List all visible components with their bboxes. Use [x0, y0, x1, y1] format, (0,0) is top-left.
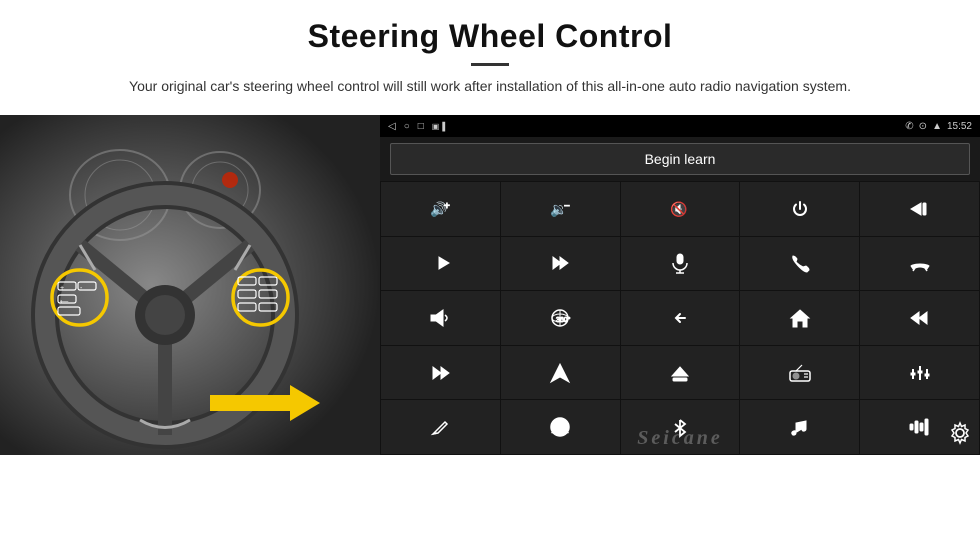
status-bar: ◁ ○ □ ▣▐ ✆ ⊙ ▲ 15:52: [380, 115, 980, 137]
android-screen: ◁ ○ □ ▣▐ ✆ ⊙ ▲ 15:52 Begin learn: [380, 115, 980, 455]
begin-learn-row: Begin learn: [380, 137, 980, 181]
svg-text:⟵: ⟵: [60, 299, 69, 305]
svg-text:360°: 360°: [556, 316, 571, 324]
subtitle: Your original car's steering wheel contr…: [90, 76, 890, 97]
vol-down-cell[interactable]: 🔉−: [501, 182, 620, 236]
svg-text:+: +: [444, 201, 450, 212]
svg-text:+: +: [60, 285, 64, 292]
skip-fwd-cell[interactable]: [381, 346, 500, 400]
eq-cell[interactable]: [860, 346, 979, 400]
media-status-icon: ▣▐: [432, 122, 445, 131]
back-cell[interactable]: [621, 291, 740, 345]
music-cell[interactable]: [740, 400, 859, 454]
skip-back-cell[interactable]: [860, 291, 979, 345]
phone-status-icon: ✆: [905, 121, 913, 132]
horn-cell[interactable]: [381, 291, 500, 345]
title-divider: [471, 63, 509, 66]
page-container: Steering Wheel Control Your original car…: [0, 0, 980, 548]
svg-text:−: −: [564, 201, 570, 212]
mic-cell[interactable]: [621, 237, 740, 291]
radio-cell[interactable]: [740, 346, 859, 400]
home-nav-icon[interactable]: ○: [404, 121, 410, 132]
next-track-cell[interactable]: [381, 237, 500, 291]
status-right: ✆ ⊙ ▲ 15:52: [905, 121, 972, 132]
bluetooth-cell[interactable]: [621, 400, 740, 454]
prev-track-cell[interactable]: [860, 182, 979, 236]
pen-cell[interactable]: [381, 400, 500, 454]
begin-learn-button[interactable]: Begin learn: [390, 143, 970, 175]
vol-up-cell[interactable]: 🔊+: [381, 182, 500, 236]
steering-cell[interactable]: [501, 400, 620, 454]
wifi-status-icon: ▲: [932, 121, 942, 132]
eject-cell[interactable]: [621, 346, 740, 400]
360-cell[interactable]: 360°: [501, 291, 620, 345]
vol-mute-cell[interactable]: 🔇: [621, 182, 740, 236]
power-cell[interactable]: [740, 182, 859, 236]
ff-cell[interactable]: [501, 237, 620, 291]
navigate-cell[interactable]: [501, 346, 620, 400]
header-section: Steering Wheel Control Your original car…: [0, 0, 980, 105]
back-nav-icon[interactable]: ◁: [388, 121, 396, 132]
settings-gear-icon[interactable]: [948, 421, 972, 450]
time-display: 15:52: [947, 121, 972, 132]
svg-text:🔇: 🔇: [670, 201, 687, 218]
phone-call-cell[interactable]: [740, 237, 859, 291]
icon-grid: 🔊+ 🔉− 🔇: [380, 181, 980, 455]
location-status-icon: ⊙: [919, 121, 927, 132]
content-row: + - ⟵: [0, 115, 980, 548]
recent-nav-icon[interactable]: □: [418, 121, 424, 132]
car-image-section: + - ⟵: [0, 115, 380, 455]
status-left: ◁ ○ □ ▣▐: [388, 121, 445, 132]
page-title: Steering Wheel Control: [40, 18, 940, 55]
home-cell[interactable]: [740, 291, 859, 345]
hang-up-cell[interactable]: [860, 237, 979, 291]
